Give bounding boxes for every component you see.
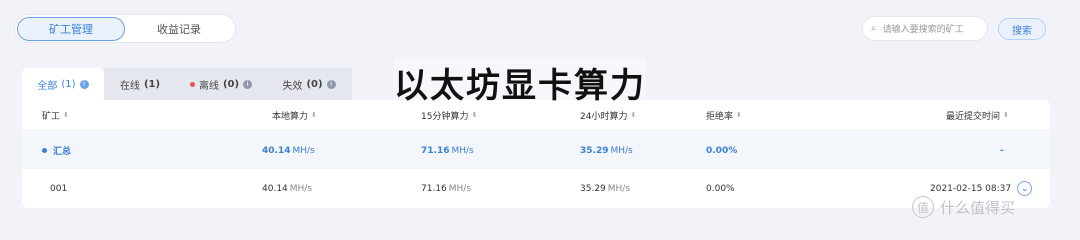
- row-reject: 0.00%: [706, 183, 735, 194]
- sort-icon: ⬍: [471, 111, 478, 119]
- overlay-title: 以太坊显卡算力: [394, 58, 646, 106]
- col-worker-label: 矿工: [42, 111, 61, 122]
- summary-24h: 35.29 MH/s: [580, 132, 633, 169]
- col-local-label: 本地算力: [272, 111, 309, 122]
- summary-24h-value: 35.29: [580, 145, 609, 156]
- tab-all-label: 全部: [37, 80, 58, 92]
- watermark: 值 什么值得买: [912, 196, 1015, 218]
- summary-15m: 71.16 MH/s: [421, 132, 474, 169]
- table-row[interactable]: 001 40.14 MH/s 71.16 MH/s 35.29 MH/s 0.00% …: [22, 169, 1050, 208]
- sort-icon: ⬍: [311, 111, 317, 119]
- tab-all-count: (1): [61, 78, 76, 90]
- search-button[interactable]: 搜索: [998, 18, 1046, 40]
- summary-15m-value: 71.16: [421, 145, 450, 156]
- tab-offline[interactable]: 离线 (0) i: [176, 68, 266, 100]
- search-placeholder: 请输入要搜索的矿工: [882, 25, 964, 35]
- unit-label: MH/s: [289, 183, 313, 194]
- row-24h: 35.29 MH/s: [580, 169, 630, 208]
- summary-name: 汇总: [53, 147, 72, 157]
- search-icon: ⌕: [871, 23, 877, 34]
- watermark-badge-icon: 值: [912, 196, 934, 218]
- unit-label: MH/s: [610, 145, 633, 156]
- tab-failed-count: (0): [306, 78, 323, 90]
- tab-offline-count: (0): [222, 78, 240, 90]
- col-24h-label: 24小时算力: [580, 111, 628, 122]
- col-local-hashrate[interactable]: 本地算力 ⬍: [272, 100, 317, 130]
- view-switcher: 矿工管理 收益记录: [14, 14, 236, 43]
- summary-dot-icon: [42, 148, 47, 153]
- unit-label: MH/s: [451, 145, 474, 156]
- tab-online-label: 在线: [119, 80, 140, 92]
- tab-online[interactable]: 在线 (1): [104, 68, 176, 100]
- row-24h-value: 35.29: [580, 183, 606, 194]
- tab-failed-label: 失效: [282, 80, 303, 92]
- worker-name: 001: [50, 183, 68, 194]
- summary-local-value: 40.14: [262, 145, 291, 156]
- tab-all[interactable]: 全部 (1) i: [22, 68, 104, 100]
- tab-miner-management[interactable]: 矿工管理: [17, 16, 125, 41]
- summary-name-cell: 汇总: [42, 132, 71, 169]
- offline-dot-icon: [189, 81, 195, 87]
- summary-local: 40.14 MH/s: [262, 132, 315, 169]
- col-last-label: 最近提交时间: [946, 111, 1001, 122]
- row-last-value: 2021-02-15 08:37: [930, 183, 1012, 194]
- col-last-submit[interactable]: 最近提交时间 ⬍: [946, 100, 1009, 130]
- info-icon: i: [243, 79, 253, 89]
- col-reject-label: 拒绝率: [706, 111, 734, 122]
- summary-last: -: [1000, 145, 1004, 156]
- row-15m-value: 71.16: [421, 183, 447, 194]
- col-15m-label: 15分钟算力: [421, 111, 469, 122]
- search-input[interactable]: ⌕ 请输入要搜索的矿工: [862, 16, 988, 41]
- unit-label: MH/s: [448, 183, 472, 194]
- tab-earnings-records[interactable]: 收益记录: [125, 17, 233, 41]
- unit-label: MH/s: [292, 145, 315, 156]
- miner-table: 矿工 ⬍ 本地算力 ⬍ 15分钟算力 ⬍ 24小时算力 ⬍ 拒绝率 ⬍ 最近提交时间 ⬍ 汇…: [22, 100, 1050, 208]
- summary-reject: 0.00%: [706, 145, 738, 156]
- row-local-value: 40.14: [262, 183, 288, 194]
- col-reject-rate[interactable]: 拒绝率 ⬍: [706, 100, 742, 130]
- tab-offline-label: 离线: [198, 80, 219, 92]
- tab-failed[interactable]: 失效 (0) i: [266, 68, 352, 100]
- sort-icon: ⬍: [63, 111, 69, 119]
- sort-icon: ⬍: [736, 111, 742, 119]
- row-15m: 71.16 MH/s: [421, 169, 471, 208]
- status-tabs: 全部 (1) i 在线 (1) 离线 (0) i 失效 (0) i: [22, 68, 352, 100]
- summary-row: 汇总 40.14 MH/s 71.16 MH/s 35.29 MH/s 0.00% -: [22, 132, 1050, 169]
- row-local: 40.14 MH/s: [262, 169, 312, 208]
- sort-icon: ⬍: [630, 111, 637, 119]
- chevron-down-icon[interactable]: ⌄: [1017, 181, 1033, 196]
- col-worker[interactable]: 矿工 ⬍: [42, 100, 69, 130]
- info-icon: i: [326, 79, 336, 89]
- sort-icon: ⬍: [1003, 111, 1009, 119]
- tab-online-count: (1): [143, 78, 161, 90]
- unit-label: MH/s: [607, 183, 631, 194]
- watermark-text: 什么值得买: [940, 198, 1016, 217]
- info-icon: i: [79, 79, 89, 89]
